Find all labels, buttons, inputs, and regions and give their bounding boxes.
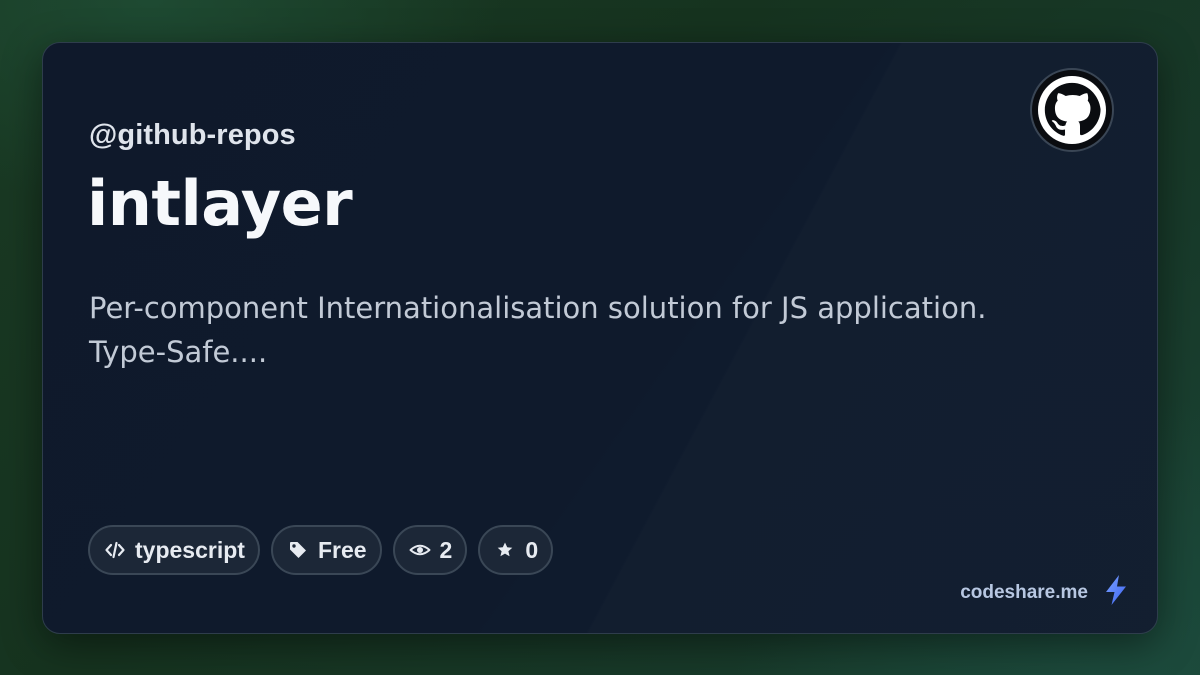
eye-icon <box>409 539 431 561</box>
badge-language: typescript <box>88 525 260 575</box>
code-icon <box>104 539 126 561</box>
github-octocat-icon <box>1038 76 1106 144</box>
badge-watchers: 2 <box>392 525 468 575</box>
badge-language-label: typescript <box>135 536 245 563</box>
repo-badges: typescript Free 2 0 <box>88 525 554 575</box>
repo-description-line-2: Type-Safe.... <box>89 335 268 369</box>
star-icon <box>494 539 516 561</box>
lightning-bolt-icon <box>1102 574 1130 611</box>
repo-description-line-1: Per-component Internationalisation solut… <box>89 291 987 325</box>
badge-watchers-count: 2 <box>439 536 453 563</box>
brand-label[interactable]: codeshare.me <box>960 582 1088 604</box>
badge-stars-count: 0 <box>525 536 539 563</box>
badge-pricing-label: Free <box>317 536 367 563</box>
badge-stars: 0 <box>478 525 554 575</box>
tag-icon <box>287 539 309 561</box>
repo-card: @github-repos intlayer Per-component Int… <box>42 42 1158 634</box>
github-avatar <box>1030 68 1114 152</box>
repo-owner: @github-repos <box>89 119 296 151</box>
repo-description: Per-component Internationalisation solut… <box>89 286 1069 374</box>
badge-pricing: Free <box>270 525 382 575</box>
repo-title: intlayer <box>87 167 353 240</box>
brand-footer[interactable]: codeshare.me <box>960 574 1130 611</box>
